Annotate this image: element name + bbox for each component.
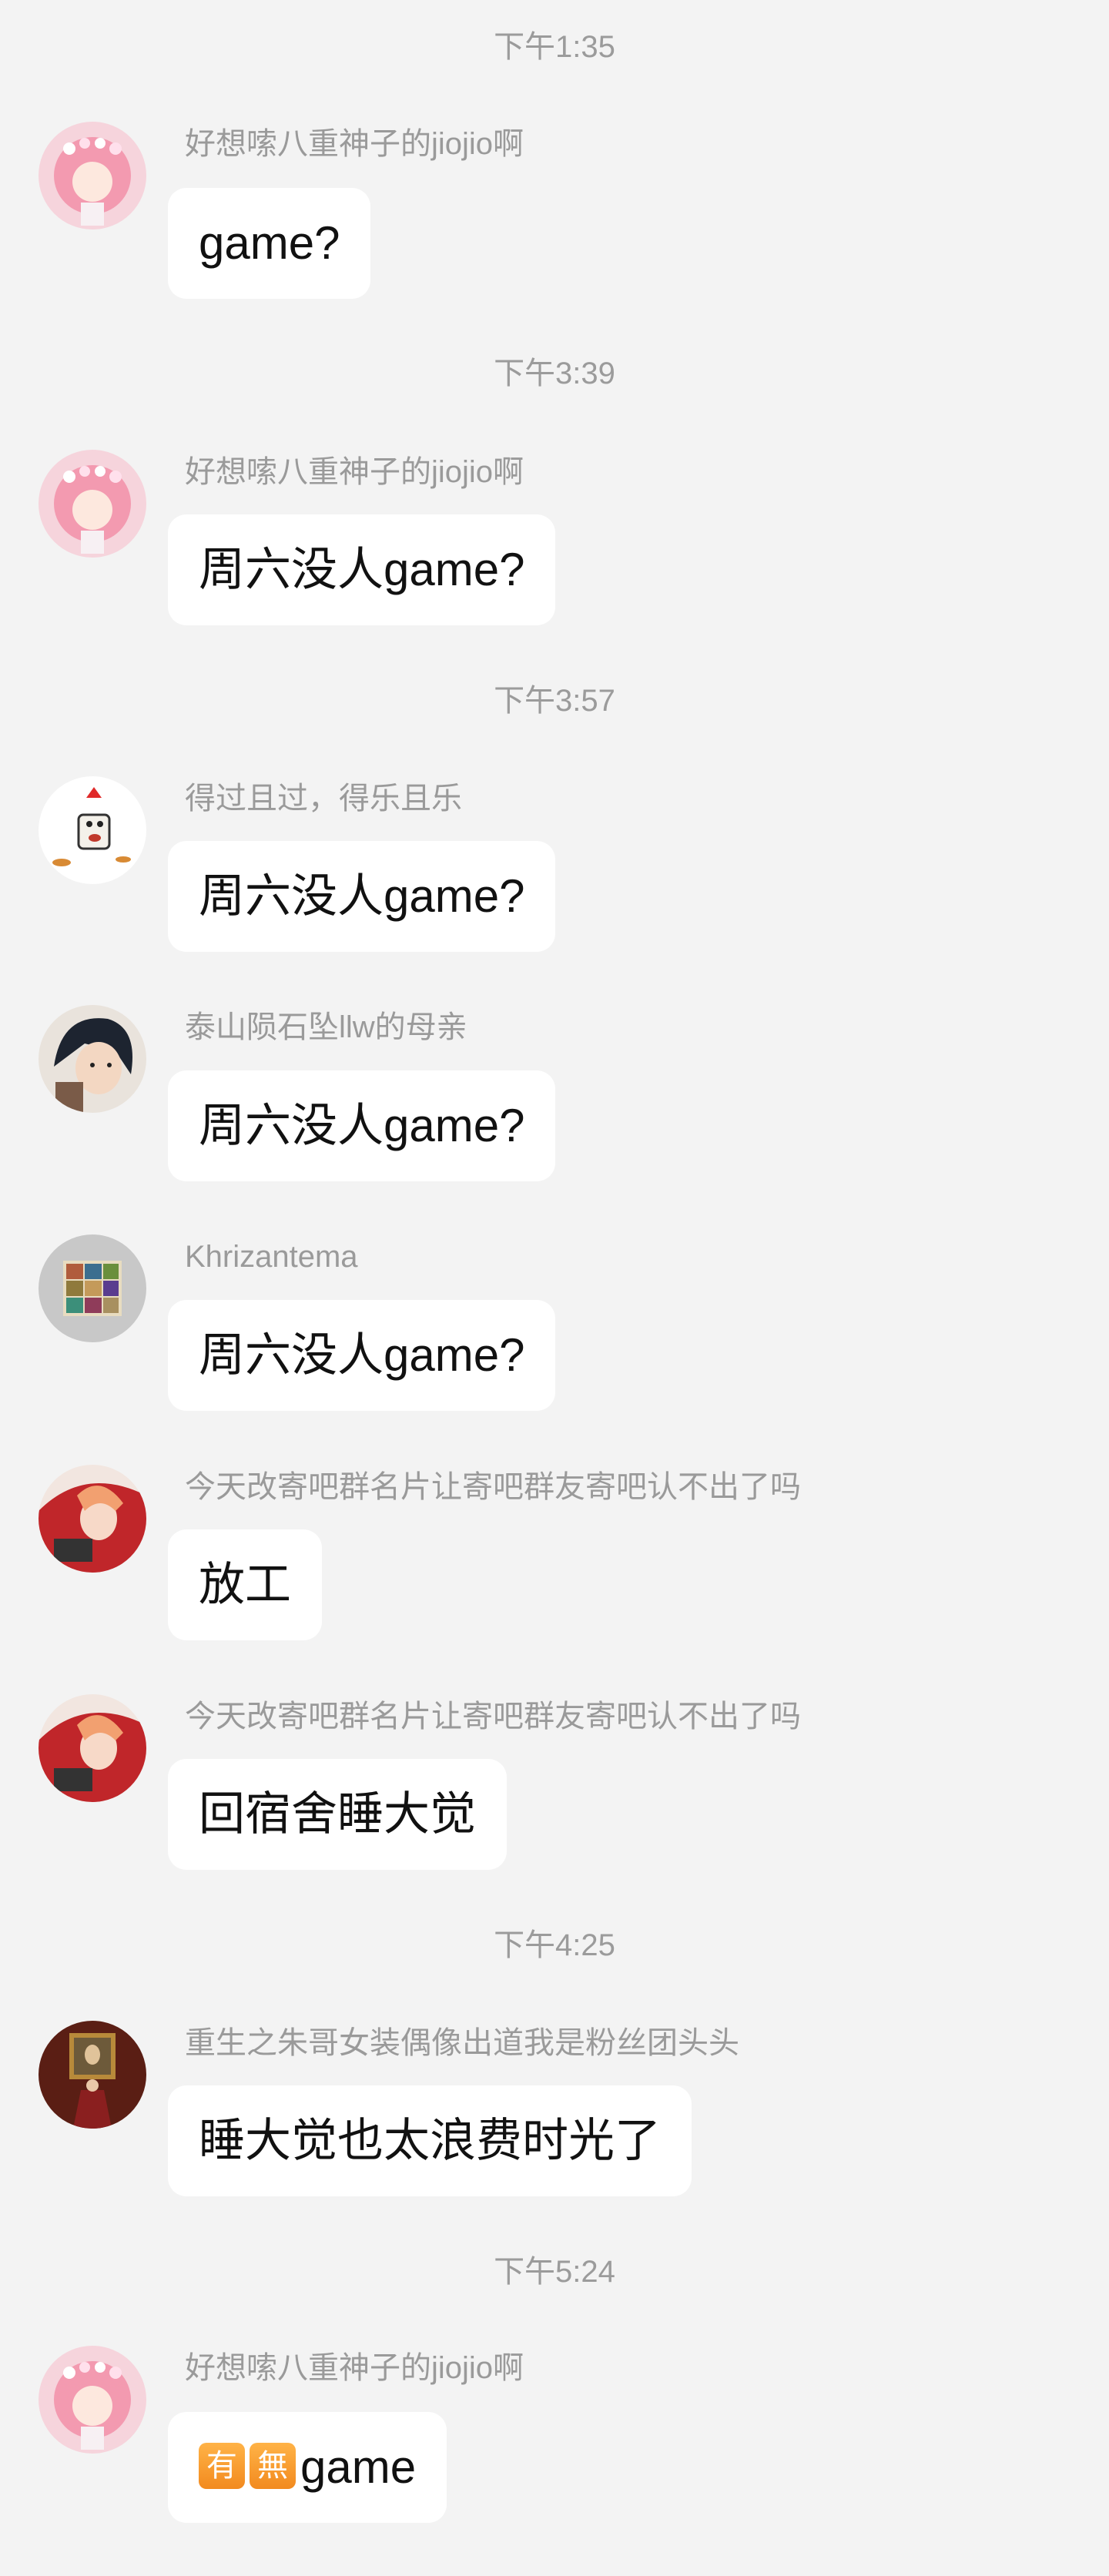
avatar-red-anime[interactable] xyxy=(39,1694,146,1802)
sender-name: 好想嗦八重神子的jiojio啊 xyxy=(185,127,524,161)
sender-name: Khrizantema xyxy=(185,1240,358,1274)
sender-name: 今天改寄吧群名片让寄吧群友寄吧认不出了吗 xyxy=(185,1470,801,1504)
message-bubble[interactable]: 有無 game xyxy=(168,2412,447,2523)
avatar-pink-hair[interactable] xyxy=(39,2346,146,2454)
emoji-you-icon: 有 xyxy=(199,2443,245,2490)
avatar-sticker-grid[interactable] xyxy=(39,1234,146,1342)
message-bubble[interactable]: 回宿舍睡大觉 xyxy=(168,1759,507,1870)
message-bubble[interactable]: 周六没人game? xyxy=(168,514,556,625)
avatar-pink-hair[interactable] xyxy=(39,122,146,229)
timestamp: 下午1:35 xyxy=(494,30,615,64)
timestamp: 下午3:57 xyxy=(494,684,615,718)
avatar-anime-boy[interactable] xyxy=(39,1005,146,1113)
message-bubble[interactable]: 周六没人game? xyxy=(168,1300,556,1411)
chat-history: 下午1:35 好想嗦八重神子的jiojio啊 game? 下午3:39 好想嗦八… xyxy=(0,0,1109,2576)
message-bubble[interactable]: 周六没人game? xyxy=(168,841,556,952)
sender-name: 好想嗦八重神子的jiojio啊 xyxy=(185,2351,524,2385)
sender-name: 好想嗦八重神子的jiojio啊 xyxy=(185,455,524,489)
message-bubble[interactable]: 睡大觉也太浪费时光了 xyxy=(168,2085,692,2196)
sender-name: 泰山陨石坠llw的母亲 xyxy=(185,1010,467,1044)
avatar-pink-hair[interactable] xyxy=(39,450,146,558)
timestamp: 下午4:25 xyxy=(494,1928,615,1962)
emoji-wu-icon: 無 xyxy=(250,2443,296,2490)
avatar-cartoon-chicken[interactable] xyxy=(39,776,146,884)
timestamp: 下午3:39 xyxy=(494,357,615,390)
message-bubble[interactable]: game? xyxy=(168,188,371,299)
sender-name: 重生之朱哥女装偶像出道我是粉丝团头头 xyxy=(185,2026,739,2060)
sender-name: 今天改寄吧群名片让寄吧群友寄吧认不出了吗 xyxy=(185,1700,801,1734)
message-bubble[interactable]: 放工 xyxy=(168,1529,322,1640)
message-text: game xyxy=(300,2441,417,2493)
avatar-painting[interactable] xyxy=(39,2021,146,2129)
message-bubble[interactable]: 周六没人game? xyxy=(168,1070,556,1181)
sender-name: 得过且过，得乐且乐 xyxy=(185,782,462,816)
avatar-red-anime[interactable] xyxy=(39,1465,146,1573)
timestamp: 下午5:24 xyxy=(494,2255,615,2289)
